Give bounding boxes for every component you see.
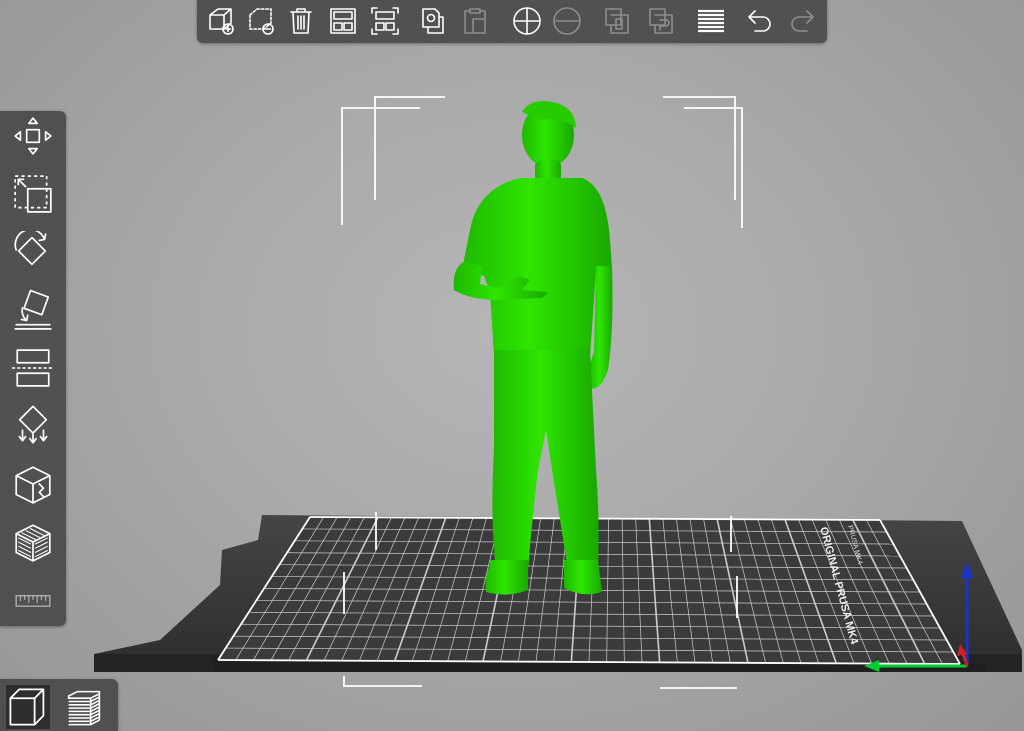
layers-icon: [695, 5, 727, 37]
3d-view-icon: [6, 685, 50, 729]
bottom-toolbar: [0, 679, 118, 731]
mmu-paint-button[interactable]: [12, 521, 54, 563]
undo-button[interactable]: [743, 5, 775, 37]
add-object-button[interactable]: [205, 5, 237, 37]
add-instance-button[interactable]: [511, 5, 543, 37]
place-on-face-icon: [12, 289, 54, 331]
delete-selected-icon: [245, 5, 277, 37]
arrange-button[interactable]: [327, 5, 359, 37]
3d-scene[interactable]: ORIGINAL PRUSA MK4 PRUSA MK4: [0, 0, 1024, 731]
support-paint-button[interactable]: [12, 405, 54, 447]
scale-icon: [12, 173, 54, 215]
preview-layers-icon: [62, 685, 106, 729]
scale-button[interactable]: [12, 173, 54, 215]
print-bed: ORIGINAL PRUSA MK4 PRUSA MK4: [94, 515, 1022, 672]
rotate-icon: [12, 231, 54, 273]
add-object-icon: [205, 5, 237, 37]
measure-button[interactable]: [12, 581, 54, 623]
left-toolbar: [0, 111, 66, 626]
split-objects-icon: [601, 5, 633, 37]
move-icon: [12, 115, 54, 157]
copy-button[interactable]: [417, 5, 449, 37]
move-button[interactable]: [12, 115, 54, 157]
seam-paint-icon: [12, 463, 54, 505]
support-paint-icon: [12, 405, 54, 447]
paste-button: [459, 5, 491, 37]
redo-icon: [787, 5, 819, 37]
arrange-icon: [327, 5, 359, 37]
cut-icon: [12, 347, 54, 389]
place-on-face-button[interactable]: [12, 289, 54, 331]
delete-selected-button[interactable]: [245, 5, 277, 37]
layers-button[interactable]: [695, 5, 727, 37]
top-toolbar: [197, 0, 827, 43]
arrange-selection-button[interactable]: [369, 5, 401, 37]
remove-instance-icon: [551, 5, 583, 37]
split-objects-button: [601, 5, 633, 37]
3d-viewport[interactable]: ORIGINAL PRUSA MK4 PRUSA MK4: [0, 0, 1024, 731]
split-parts-button: [645, 5, 677, 37]
cut-button[interactable]: [12, 347, 54, 389]
remove-instance-button: [551, 5, 583, 37]
trash-button[interactable]: [285, 5, 317, 37]
mmu-paint-icon: [12, 521, 54, 563]
copy-icon: [417, 5, 449, 37]
add-instance-icon: [511, 5, 543, 37]
undo-icon: [743, 5, 775, 37]
split-parts-icon: [645, 5, 677, 37]
rotate-button[interactable]: [12, 231, 54, 273]
redo-button: [787, 5, 819, 37]
measure-icon: [12, 581, 54, 623]
paste-icon: [459, 5, 491, 37]
trash-icon: [285, 5, 317, 37]
seam-paint-button[interactable]: [12, 463, 54, 505]
arrange-selection-icon: [369, 5, 401, 37]
3d-view-button[interactable]: [6, 685, 50, 729]
preview-layers-button[interactable]: [62, 685, 106, 729]
